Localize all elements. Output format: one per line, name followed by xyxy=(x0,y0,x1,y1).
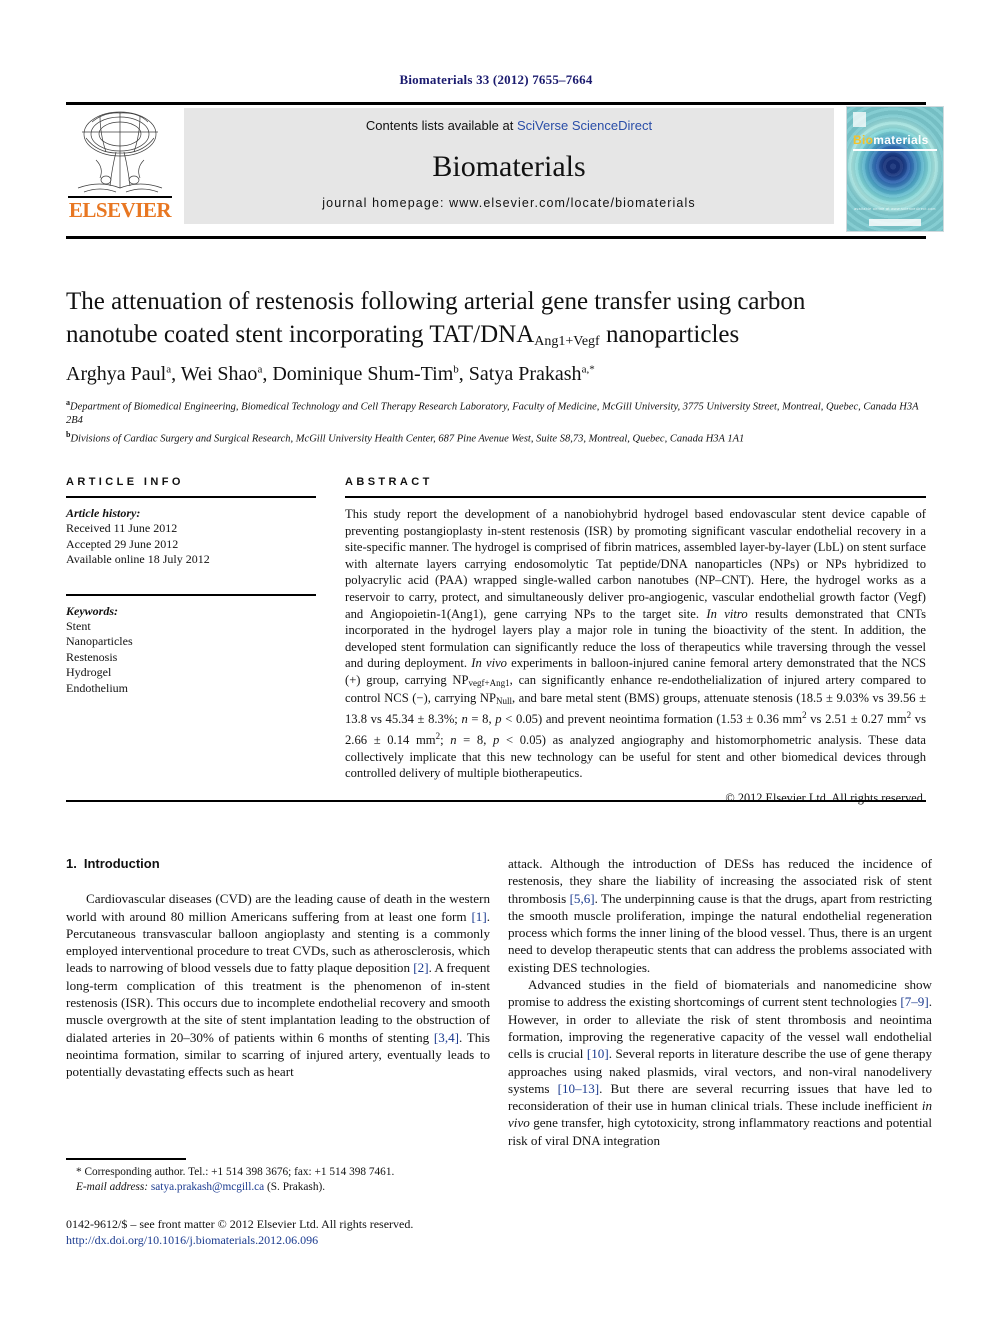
history-received: Received 11 June 2012 xyxy=(66,521,178,535)
elsevier-tree-icon xyxy=(77,111,163,193)
abstract-heading: ABSTRACT xyxy=(345,476,433,488)
title-line-1: The attenuation of restenosis following … xyxy=(66,288,806,315)
author-2: Wei Shaoa xyxy=(180,363,263,385)
keyword-1: Nanoparticles xyxy=(66,634,133,648)
paragraph: Cardiovascular diseases (CVD) are the le… xyxy=(66,891,491,1080)
title-line-2-pre: nanotube coated stent incorporating TAT/… xyxy=(66,321,535,348)
contents-prefix: Contents lists available at xyxy=(365,118,517,133)
page-title: The attenuation of restenosis following … xyxy=(66,285,926,355)
cover-footer-text: available online at www.sciencedirect.co… xyxy=(854,207,936,211)
contents-available-line: Contents lists available at SciVerse Sci… xyxy=(184,118,834,133)
issn-front-matter: 0142-9612/$ – see front matter © 2012 El… xyxy=(66,1217,414,1231)
paragraph: Advanced studies in the field of biomate… xyxy=(508,977,932,1148)
keyword-2: Restenosis xyxy=(66,649,118,664)
author-list: Arghya Paula, Wei Shaoa, Dominique Shum-… xyxy=(66,363,595,385)
journal-homepage[interactable]: journal homepage: www.elsevier.com/locat… xyxy=(184,196,834,210)
contents-box: Contents lists available at SciVerse Sci… xyxy=(184,108,834,224)
elsevier-wordmark: ELSEVIER xyxy=(68,198,172,222)
history-accepted: Accepted 29 June 2012 xyxy=(66,536,179,551)
abstract-text: This study report the development of a n… xyxy=(345,507,926,781)
history-available: Available online 18 July 2012 xyxy=(66,552,210,566)
sciencedirect-link[interactable]: SciVerse ScienceDirect xyxy=(517,118,652,133)
section-heading-introduction: 1. Introduction xyxy=(66,855,490,872)
running-head: Biomaterials 33 (2012) 7655–7664 xyxy=(399,72,593,87)
author-1: Arghya Paula xyxy=(66,363,172,385)
email-link[interactable]: satya.prakash@mcgill.ca xyxy=(151,1181,264,1193)
body-column-left: 1. Introduction Cardiovascular diseases (… xyxy=(66,855,490,1081)
footnote-rule xyxy=(66,1158,186,1160)
author-3: Dominique Shum-Timb xyxy=(272,363,459,385)
title-subscript: Ang1+Vegf xyxy=(534,334,600,349)
article-info-heading: ARTICLE INFO xyxy=(66,476,184,488)
abstract-rule xyxy=(345,496,926,498)
footnote-block: * Corresponding author. Tel.: +1 514 398… xyxy=(66,1165,496,1195)
email-label: E-mail address: xyxy=(76,1181,149,1193)
imprint-block: 0142-9612/$ – see front matter © 2012 El… xyxy=(66,1216,536,1248)
corresponding-author-text: * Corresponding author. Tel.: +1 514 398… xyxy=(76,1166,395,1178)
title-line-2-post: nanoparticles xyxy=(599,321,740,348)
cover-title: Biomaterials xyxy=(853,133,929,147)
cover-title-bio: Bio xyxy=(853,133,874,147)
elsevier-logo: ELSEVIER xyxy=(66,108,174,226)
corresponding-author-note: * Corresponding author. Tel.: +1 514 398… xyxy=(66,1165,496,1180)
journal-article-page: Biomaterials 33 (2012) 7655–7664 ELSEVIE… xyxy=(0,0,992,1323)
article-history-label: Article history: xyxy=(66,506,141,520)
section-number: 1. xyxy=(66,856,77,871)
affiliation-a: aDepartment of Biomedical Engineering, B… xyxy=(66,398,919,427)
abstract-bottom-rule xyxy=(66,800,926,802)
copyright-line: © 2012 Elsevier Ltd. All rights reserved… xyxy=(725,790,926,805)
keywords-rule xyxy=(66,593,316,596)
email-note: E-mail address: satya.prakash@mcgill.ca … xyxy=(66,1180,496,1195)
keyword-0: Stent xyxy=(66,618,91,633)
cover-footer-bar xyxy=(869,219,921,226)
affiliation-b-text: Divisions of Cardiac Surgery and Surgica… xyxy=(70,433,745,444)
cover-title-materials: materials xyxy=(873,133,929,147)
keyword-4: Endothelium xyxy=(66,680,128,695)
affiliations: aDepartment of Biomedical Engineering, B… xyxy=(66,396,932,446)
cover-underline xyxy=(853,149,937,151)
affiliation-a-text: Department of Biomedical Engineering, Bi… xyxy=(66,401,919,427)
journal-title: Biomaterials xyxy=(432,150,586,183)
journal-header-band: ELSEVIER Contents lists available at Sci… xyxy=(66,106,944,232)
article-info-block: ARTICLE INFO Article history: Received 1… xyxy=(66,476,316,696)
abstract-block: ABSTRACT This study report the developme… xyxy=(345,476,926,806)
section-title: Introduction xyxy=(83,856,160,871)
affiliation-b: bDivisions of Cardiac Surgery and Surgic… xyxy=(66,429,745,445)
email-owner: (S. Prakash). xyxy=(267,1181,326,1193)
header-bottom-rule xyxy=(66,236,926,239)
article-info-rule xyxy=(66,496,316,498)
journal-cover-thumbnail: Biomaterials available online at www.sci… xyxy=(846,106,944,232)
doi-link[interactable]: http://dx.doi.org/10.1016/j.biomaterials… xyxy=(66,1232,536,1248)
keywords-label: Keywords: xyxy=(66,603,118,618)
paragraph: attack. Although the introduction of DES… xyxy=(508,856,932,975)
author-4: Satya Prakasha,* xyxy=(468,363,595,385)
body-column-right: attack. Although the introduction of DES… xyxy=(508,855,932,1149)
cover-elsevier-icon xyxy=(853,112,866,127)
keyword-3: Hydrogel xyxy=(66,665,112,679)
header-top-rule xyxy=(66,102,926,105)
